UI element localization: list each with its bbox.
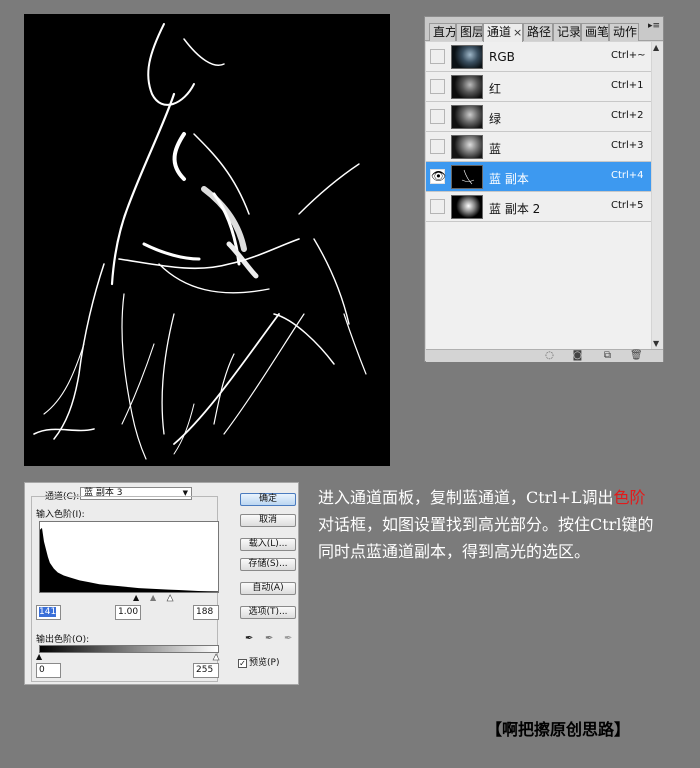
channel-shortcut: Ctrl+~ [611,50,646,61]
image-canvas [24,14,390,466]
channel-thumbnail [451,165,483,189]
tab-paths[interactable]: 路径 [523,23,553,41]
save-button[interactable]: 存储(S)... [240,558,296,571]
channel-row-blue-copy-2[interactable]: 蓝 副本 2 Ctrl+5 [426,192,651,222]
channel-shortcut: Ctrl+1 [611,80,644,91]
thumbnail-image [461,169,475,185]
tab-label: 画笔 [585,25,609,39]
histogram [39,521,219,593]
gray-eyedropper-icon[interactable]: ✒ [265,633,273,644]
channel-shortcut: Ctrl+2 [611,110,644,121]
channel-thumbnail [451,45,483,69]
output-white-slider-icon[interactable]: ▲ [213,652,220,661]
tab-history[interactable]: 记录 [553,23,581,41]
visibility-toggle[interactable] [430,139,445,154]
checkmark-icon: ✓ [238,659,247,668]
description-text: 进入通道面板，复制蓝通道，Ctrl+L调出 [318,488,614,507]
tab-channels[interactable]: 通道 × [483,23,523,42]
input-white-field[interactable]: 188 [193,605,219,620]
tab-label: 路径 [527,25,552,39]
channel-row-rgb[interactable]: RGB Ctrl+~ [426,42,651,72]
input-gamma-field[interactable]: 1.00 [115,605,141,620]
panel-tab-bar: 直方 图层 通道 × 路径 记录 画笔 动作 ▸≡ [425,17,663,42]
new-channel-icon[interactable]: ⧉ [602,351,613,361]
channel-list: RGB Ctrl+~ 红 Ctrl+1 绿 Ctrl+2 蓝 Ctrl+3 👁 [426,42,651,349]
preview-checkbox[interactable]: ✓ 预览(P) [238,655,279,668]
white-point-slider-icon[interactable]: ▲ [167,593,174,602]
input-black-value: 141 [39,607,57,617]
visibility-toggle[interactable] [430,49,445,64]
output-black-field[interactable]: 0 [36,663,61,678]
output-levels-label: 输出色阶(O): [36,635,90,645]
ok-button[interactable]: 确定 [240,493,296,506]
dotted-circle-icon[interactable]: ◌ [544,351,555,361]
channel-row-green[interactable]: 绿 Ctrl+2 [426,102,651,132]
channel-thumbnail [451,105,483,129]
channel-shortcut: Ctrl+5 [611,200,644,211]
input-gamma-value: 1.00 [118,607,139,617]
channel-name: 红 [489,82,502,96]
output-black-slider-icon[interactable]: ▲ [36,653,42,661]
tab-layers[interactable]: 图层 [456,23,483,41]
output-gradient [39,645,219,653]
channel-thumbnail [451,75,483,99]
description-text: 对话框，如图设置找到高光部分。按住Ctrl键的同时点蓝通道副本，得到高光的选区。 [318,515,654,561]
channel-name: 蓝 [489,142,502,156]
channel-shortcut: Ctrl+3 [611,140,644,151]
channel-row-blue-copy[interactable]: 👁 蓝 副本 Ctrl+4 [426,162,651,192]
tutorial-description: 进入通道面板，复制蓝通道，Ctrl+L调出色阶对话框，如图设置找到高光部分。按住… [318,484,658,565]
description-highlight: 色阶 [613,488,646,507]
tab-label: 动作 [613,25,638,39]
load-button[interactable]: 载入(L)... [240,538,296,551]
tab-brushes[interactable]: 画笔 [581,23,609,41]
channel-name: 蓝 副本 2 [489,202,541,216]
visibility-toggle[interactable] [430,199,445,214]
panel-scrollbar[interactable]: ▲ ▼ [652,42,663,349]
channel-shortcut: Ctrl+4 [611,170,644,181]
cancel-button[interactable]: 取消 [240,514,296,527]
channels-panel: 直方 图层 通道 × 路径 记录 画笔 动作 ▸≡ RGB Ctrl+~ 红 Ct… [424,16,664,362]
options-button[interactable]: 选项(T)... [240,606,296,619]
panel-menu-icon[interactable]: ▸≡ [648,21,660,31]
white-eyedropper-icon[interactable]: ✒ [284,633,292,644]
scroll-up-icon[interactable]: ▲ [653,43,659,52]
output-black-value: 0 [39,665,45,675]
tab-histogram[interactable]: 直方 [429,23,456,41]
channel-name: 绿 [489,112,502,126]
input-black-field[interactable]: 141 [36,605,61,620]
output-white-value: 255 [196,665,214,675]
input-white-value: 188 [196,607,214,617]
high-contrast-figure-image [33,23,367,460]
auto-button[interactable]: 自动(A) [240,582,296,595]
channel-row-blue[interactable]: 蓝 Ctrl+3 [426,132,651,162]
mask-icon[interactable]: ◙ [572,351,583,361]
tab-label: 图层 [460,25,483,39]
channel-thumbnail [451,135,483,159]
author-signature: 【啊把擦原创思路】 [486,720,631,739]
black-point-slider-icon[interactable]: ▲ [133,594,139,602]
visibility-toggle[interactable] [430,79,445,94]
tab-label: 记录 [557,25,581,39]
tab-label: 通道 [487,25,512,39]
tab-label: 直方 [433,25,456,39]
preview-label: 预览(P) [249,658,280,668]
trash-icon[interactable]: 🗑 [630,351,643,361]
channel-row-red[interactable]: 红 Ctrl+1 [426,72,651,102]
channel-thumbnail [451,195,483,219]
eye-icon: 👁 [431,169,447,183]
visibility-toggle[interactable] [430,109,445,124]
output-white-field[interactable]: 255 [193,663,219,678]
black-eyedropper-icon[interactable]: ✒ [245,633,253,644]
visibility-toggle[interactable]: 👁 [430,169,447,184]
levels-dialog: 通道(C): 蓝 副本 3 ▼ 输入色阶(I): ▲ ▲ ▲ 141 1.00 … [24,482,299,685]
tab-actions[interactable]: 动作 [609,23,639,41]
gamma-slider-icon[interactable]: ▲ [150,594,156,602]
input-levels-label: 输入色阶(I): [36,510,85,520]
panel-footer: ◌ ◙ ⧉ 🗑 [426,349,663,362]
channel-name: 蓝 副本 [489,172,529,186]
close-tab-icon[interactable]: × [513,26,522,39]
histogram-graph [40,527,218,592]
scroll-down-icon[interactable]: ▼ [653,339,659,348]
channel-name: RGB [489,50,515,64]
